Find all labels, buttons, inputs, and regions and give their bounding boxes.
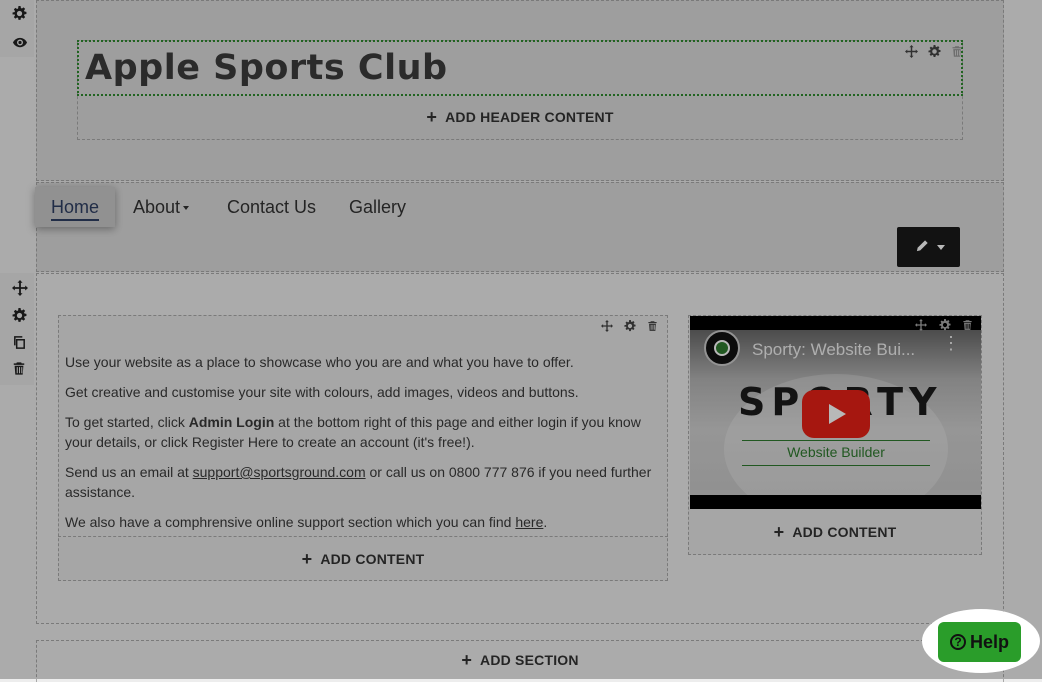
move-icon[interactable] xyxy=(12,280,28,296)
plus-icon: + xyxy=(426,107,438,127)
nav-item-gallery[interactable]: Gallery xyxy=(349,187,406,227)
support-email-link[interactable]: support@sportsground.com xyxy=(193,464,366,480)
paragraph: Use your website as a place to showcase … xyxy=(65,354,574,370)
trash-icon[interactable] xyxy=(647,320,658,332)
site-title: Apple Sports Club xyxy=(85,48,448,88)
gear-icon[interactable] xyxy=(624,320,636,332)
gear-icon[interactable] xyxy=(939,319,951,331)
caret-down-icon xyxy=(183,206,190,211)
more-options-icon[interactable]: ⋮ xyxy=(942,334,960,352)
add-content-button[interactable]: + ADD CONTENT xyxy=(689,511,981,553)
move-icon[interactable] xyxy=(905,45,918,58)
support-here-link[interactable]: here xyxy=(515,514,543,530)
help-label: Help xyxy=(969,631,1009,652)
paragraph: Send us an email at support@sportsground… xyxy=(65,464,652,500)
copy-icon[interactable] xyxy=(12,335,27,350)
admin-login-text: Admin Login xyxy=(188,414,275,430)
add-section-label: ADD SECTION xyxy=(480,652,579,668)
eye-icon[interactable] xyxy=(12,35,28,50)
video-title[interactable]: Sporty: Website Bui... xyxy=(752,340,915,360)
channel-logo-icon xyxy=(714,340,730,356)
move-icon[interactable] xyxy=(601,320,613,332)
caret-down-icon xyxy=(937,245,945,250)
gear-icon[interactable] xyxy=(12,6,27,21)
plus-icon: + xyxy=(773,522,785,542)
video-player[interactable]: Sporty: Website Bui... ⋮ SPORTY Website … xyxy=(690,316,981,509)
add-header-content-label: ADD HEADER CONTENT xyxy=(445,109,614,125)
plus-icon: + xyxy=(301,549,313,569)
add-content-button[interactable]: + ADD CONTENT xyxy=(59,538,667,580)
add-content-label: ADD CONTENT xyxy=(320,551,425,567)
add-section-button[interactable]: + ADD SECTION xyxy=(37,640,1003,680)
gear-icon[interactable] xyxy=(928,45,941,58)
gear-icon[interactable] xyxy=(12,308,27,323)
paragraph: We also have a comphrensive online suppo… xyxy=(65,514,548,530)
channel-avatar[interactable] xyxy=(704,330,740,366)
paragraph: To get started, click Admin Login at the… xyxy=(65,414,641,450)
pencil-icon xyxy=(916,240,928,252)
text-content: Use your website as a place to showcase … xyxy=(65,352,660,542)
video-thumbnail[interactable]: Sporty: Website Bui... ⋮ SPORTY Website … xyxy=(690,330,981,495)
question-icon: ? xyxy=(949,634,966,650)
sporty-logo-subtitle: Website Builder xyxy=(742,440,930,466)
play-icon xyxy=(829,404,846,424)
trash-icon[interactable] xyxy=(12,361,26,376)
move-icon[interactable] xyxy=(915,319,927,331)
site-title-block[interactable]: Apple Sports Club xyxy=(77,40,963,96)
nav-item-about[interactable]: About xyxy=(133,187,190,227)
add-content-label: ADD CONTENT xyxy=(792,524,897,540)
edit-menu-button[interactable] xyxy=(897,227,960,267)
nav-item-contact-us[interactable]: Contact Us xyxy=(227,187,316,227)
trash-icon[interactable] xyxy=(962,319,973,331)
plus-icon: + xyxy=(461,650,473,670)
help-button[interactable]: ? Help xyxy=(938,622,1021,662)
paragraph: Get creative and customise your site wit… xyxy=(65,384,579,400)
trash-icon[interactable] xyxy=(951,45,963,58)
add-header-content-button[interactable]: + ADD HEADER CONTENT xyxy=(78,97,962,137)
play-button[interactable] xyxy=(802,390,870,438)
nav-item-home[interactable]: Home xyxy=(35,187,115,227)
